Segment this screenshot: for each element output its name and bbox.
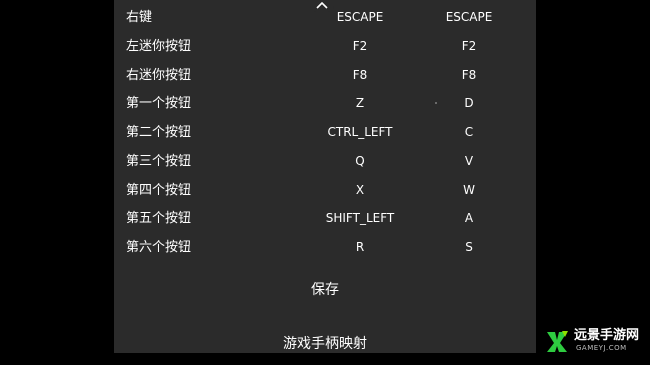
primary-key-binding[interactable]: CTRL_LEFT (300, 118, 420, 147)
primary-key-binding[interactable]: Q (300, 147, 420, 176)
mapping-row[interactable]: 第六个按钮 R S (114, 233, 536, 262)
secondary-key-binding[interactable]: ESCAPE (419, 3, 519, 32)
secondary-key-binding[interactable]: F8 (419, 61, 519, 90)
button-name-label: 右迷你按钮 (126, 67, 192, 83)
secondary-key-binding[interactable]: S (419, 233, 519, 262)
button-name-label: 第三个按钮 (126, 153, 192, 169)
mapping-row[interactable]: 第五个按钮 SHIFT_LEFT A (114, 204, 536, 233)
button-name-label: 第五个按钮 (126, 211, 192, 227)
gamepad-mapping-panel: 右键 ESCAPE ESCAPE 左迷你按钮 F2 F2 右迷你按钮 F8 F8 第一个按钮 Z D 第… (114, 0, 536, 353)
collapse-handle[interactable] (310, 0, 334, 12)
secondary-key-binding[interactable]: C (419, 118, 519, 147)
secondary-key-binding[interactable]: F2 (419, 32, 519, 61)
mapping-row[interactable]: 右迷你按钮 F8 F8 (114, 61, 536, 90)
button-name-label: 第四个按钮 (126, 182, 192, 198)
screen: 右键 ESCAPE ESCAPE 左迷你按钮 F2 F2 右迷你按钮 F8 F8 第一个按钮 Z D 第… (0, 0, 650, 365)
dust-speck (435, 102, 437, 104)
watermark: 远景手游网 GAMEYJ.COM (544, 326, 648, 356)
chevron-up-icon (316, 2, 328, 9)
watermark-title: 远景手游网 (574, 328, 640, 343)
mapping-row[interactable]: 第二个按钮 CTRL_LEFT C (114, 118, 536, 147)
button-name-label: 第一个按钮 (126, 96, 192, 112)
watermark-subtitle: GAMEYJ.COM (576, 344, 627, 352)
mapping-row[interactable]: 第四个按钮 X W (114, 176, 536, 205)
secondary-key-binding[interactable]: A (419, 204, 519, 233)
secondary-key-binding[interactable]: V (419, 147, 519, 176)
mapping-row[interactable]: 左迷你按钮 F2 F2 (114, 32, 536, 61)
button-name-label: 右键 (126, 10, 153, 25)
primary-key-binding[interactable]: F8 (300, 61, 420, 90)
primary-key-binding[interactable]: F2 (300, 32, 420, 61)
mapping-row[interactable]: 第一个按钮 Z D (114, 89, 536, 118)
primary-key-binding[interactable]: R (300, 233, 420, 262)
primary-key-binding[interactable]: SHIFT_LEFT (300, 204, 420, 233)
primary-key-binding[interactable]: X (300, 176, 420, 205)
button-name-label: 左迷你按钮 (126, 38, 192, 54)
secondary-key-binding[interactable]: W (419, 176, 519, 205)
button-name-label: 第二个按钮 (126, 125, 192, 140)
button-name-label: 第六个按钮 (126, 240, 192, 255)
primary-key-binding[interactable]: Z (300, 89, 420, 118)
panel-footer-title: 游戏手柄映射 (283, 336, 367, 352)
brand-logo-icon (547, 331, 568, 352)
secondary-key-binding[interactable]: D (419, 89, 519, 118)
save-button[interactable]: 保存 (285, 276, 365, 304)
mapping-row[interactable]: 第三个按钮 Q V (114, 147, 536, 176)
